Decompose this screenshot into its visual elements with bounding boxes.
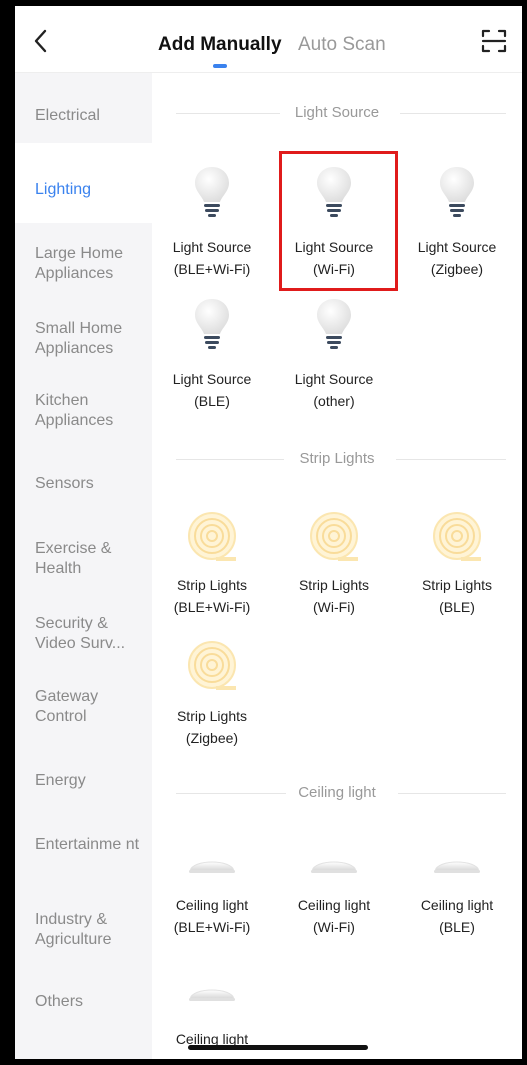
device-strip-lights-zigbee[interactable]: Strip Lights (Zigbee) bbox=[152, 640, 272, 770]
light-bulb-icon bbox=[317, 299, 351, 349]
divider bbox=[396, 459, 506, 460]
device-label: Light Source bbox=[294, 371, 374, 387]
sidebar-item-lighting[interactable]: Lighting bbox=[35, 180, 147, 200]
device-label: Ceiling light bbox=[297, 897, 371, 913]
ceiling-light-icon bbox=[434, 861, 480, 873]
device-sublabel: (Zigbee) bbox=[185, 730, 239, 746]
device-sublabel: (BLE) bbox=[439, 599, 475, 615]
strip-light-icon bbox=[188, 641, 236, 690]
device-label: Light Source bbox=[417, 239, 497, 255]
device-sublabel: (BLE) bbox=[439, 919, 475, 935]
device-light-source-other[interactable]: Light Source (other) bbox=[274, 297, 394, 437]
sidebar-item-entertainment[interactable]: Entertainme nt bbox=[35, 835, 147, 855]
highlight-box bbox=[279, 151, 398, 291]
strip-light-icon bbox=[433, 512, 481, 561]
ceiling-light-icon bbox=[189, 861, 235, 873]
sidebar-item-others[interactable]: Others bbox=[35, 992, 147, 1012]
strip-light-icon bbox=[310, 512, 358, 561]
device-light-source-ble[interactable]: Light Source (BLE) bbox=[152, 297, 272, 437]
device-label: Light Source bbox=[172, 371, 252, 387]
device-label: Ceiling light bbox=[420, 897, 494, 913]
light-bulb-icon bbox=[440, 167, 474, 217]
device-label: Ceiling light bbox=[175, 897, 249, 913]
device-label: Strip Lights bbox=[176, 577, 248, 593]
category-sidebar: Electrical Lighting Large Home Appliance… bbox=[15, 73, 152, 1059]
tab-auto-scan[interactable]: Auto Scan bbox=[298, 34, 386, 56]
sidebar-item-exercise-health[interactable]: Exercise & Health bbox=[35, 539, 147, 579]
active-tab-indicator bbox=[213, 64, 227, 68]
ceiling-light-icon bbox=[311, 861, 357, 873]
sidebar-item-large-home-appliances[interactable]: Large Home Appliances bbox=[35, 244, 147, 284]
top-bar: Add Manually Auto Scan bbox=[15, 6, 522, 73]
sidebar-item-small-home-appliances[interactable]: Small Home Appliances bbox=[35, 319, 147, 359]
sidebar-item-sensors[interactable]: Sensors bbox=[35, 474, 147, 494]
device-sublabel: (Zigbee) bbox=[430, 261, 484, 277]
sidebar-item-gateway-control[interactable]: Gateway Control bbox=[35, 687, 147, 727]
light-bulb-icon bbox=[195, 167, 229, 217]
device-sublabel: (BLE+Wi-Fi) bbox=[173, 599, 251, 615]
device-sublabel: (BLE) bbox=[194, 393, 230, 409]
device-label: Strip Lights bbox=[176, 708, 248, 724]
device-light-source-zigbee[interactable]: Light Source (Zigbee) bbox=[397, 165, 517, 305]
device-sublabel: (BLE+Wi-Fi) bbox=[173, 919, 251, 935]
chevron-left-icon[interactable] bbox=[29, 28, 53, 54]
home-indicator bbox=[188, 1045, 368, 1050]
device-ceiling-light-ble-wifi[interactable]: Ceiling light (BLE+Wi-Fi) bbox=[152, 853, 272, 973]
device-label: Strip Lights bbox=[421, 577, 493, 593]
device-ceiling-light-wifi[interactable]: Ceiling light (Wi-Fi) bbox=[274, 853, 394, 973]
device-label: Light Source bbox=[172, 239, 252, 255]
strip-light-icon bbox=[188, 512, 236, 561]
device-strip-lights-ble[interactable]: Strip Lights (BLE) bbox=[397, 511, 517, 641]
device-strip-lights-wifi[interactable]: Strip Lights (Wi-Fi) bbox=[274, 511, 394, 641]
light-bulb-icon bbox=[195, 299, 229, 349]
device-sublabel: (Wi-Fi) bbox=[313, 919, 355, 935]
sidebar-item-kitchen-appliances[interactable]: Kitchen Appliances bbox=[35, 391, 147, 431]
device-light-source-ble-wifi[interactable]: Light Source (BLE+Wi-Fi) bbox=[152, 165, 272, 305]
app-screen: Add Manually Auto Scan Electrical Lighti… bbox=[15, 6, 522, 1059]
divider bbox=[400, 113, 506, 114]
device-label: Strip Lights bbox=[298, 577, 370, 593]
sidebar-item-energy[interactable]: Energy bbox=[35, 771, 147, 791]
tab-add-manually[interactable]: Add Manually bbox=[158, 34, 282, 56]
device-ceiling-light-ble[interactable]: Ceiling light (BLE) bbox=[397, 853, 517, 973]
device-sublabel: (BLE+Wi-Fi) bbox=[173, 261, 251, 277]
sidebar-item-security-video[interactable]: Security & Video Surv... bbox=[35, 614, 147, 654]
divider bbox=[398, 793, 506, 794]
sidebar-item-industry-agriculture[interactable]: Industry & Agriculture bbox=[35, 910, 147, 950]
sidebar-item-electrical[interactable]: Electrical bbox=[35, 106, 147, 126]
device-sublabel: (other) bbox=[313, 393, 355, 409]
device-strip-lights-ble-wifi[interactable]: Strip Lights (BLE+Wi-Fi) bbox=[152, 511, 272, 641]
device-sublabel: (Wi-Fi) bbox=[313, 599, 355, 615]
scan-frame-icon[interactable] bbox=[481, 28, 507, 54]
ceiling-light-icon bbox=[189, 989, 235, 1001]
